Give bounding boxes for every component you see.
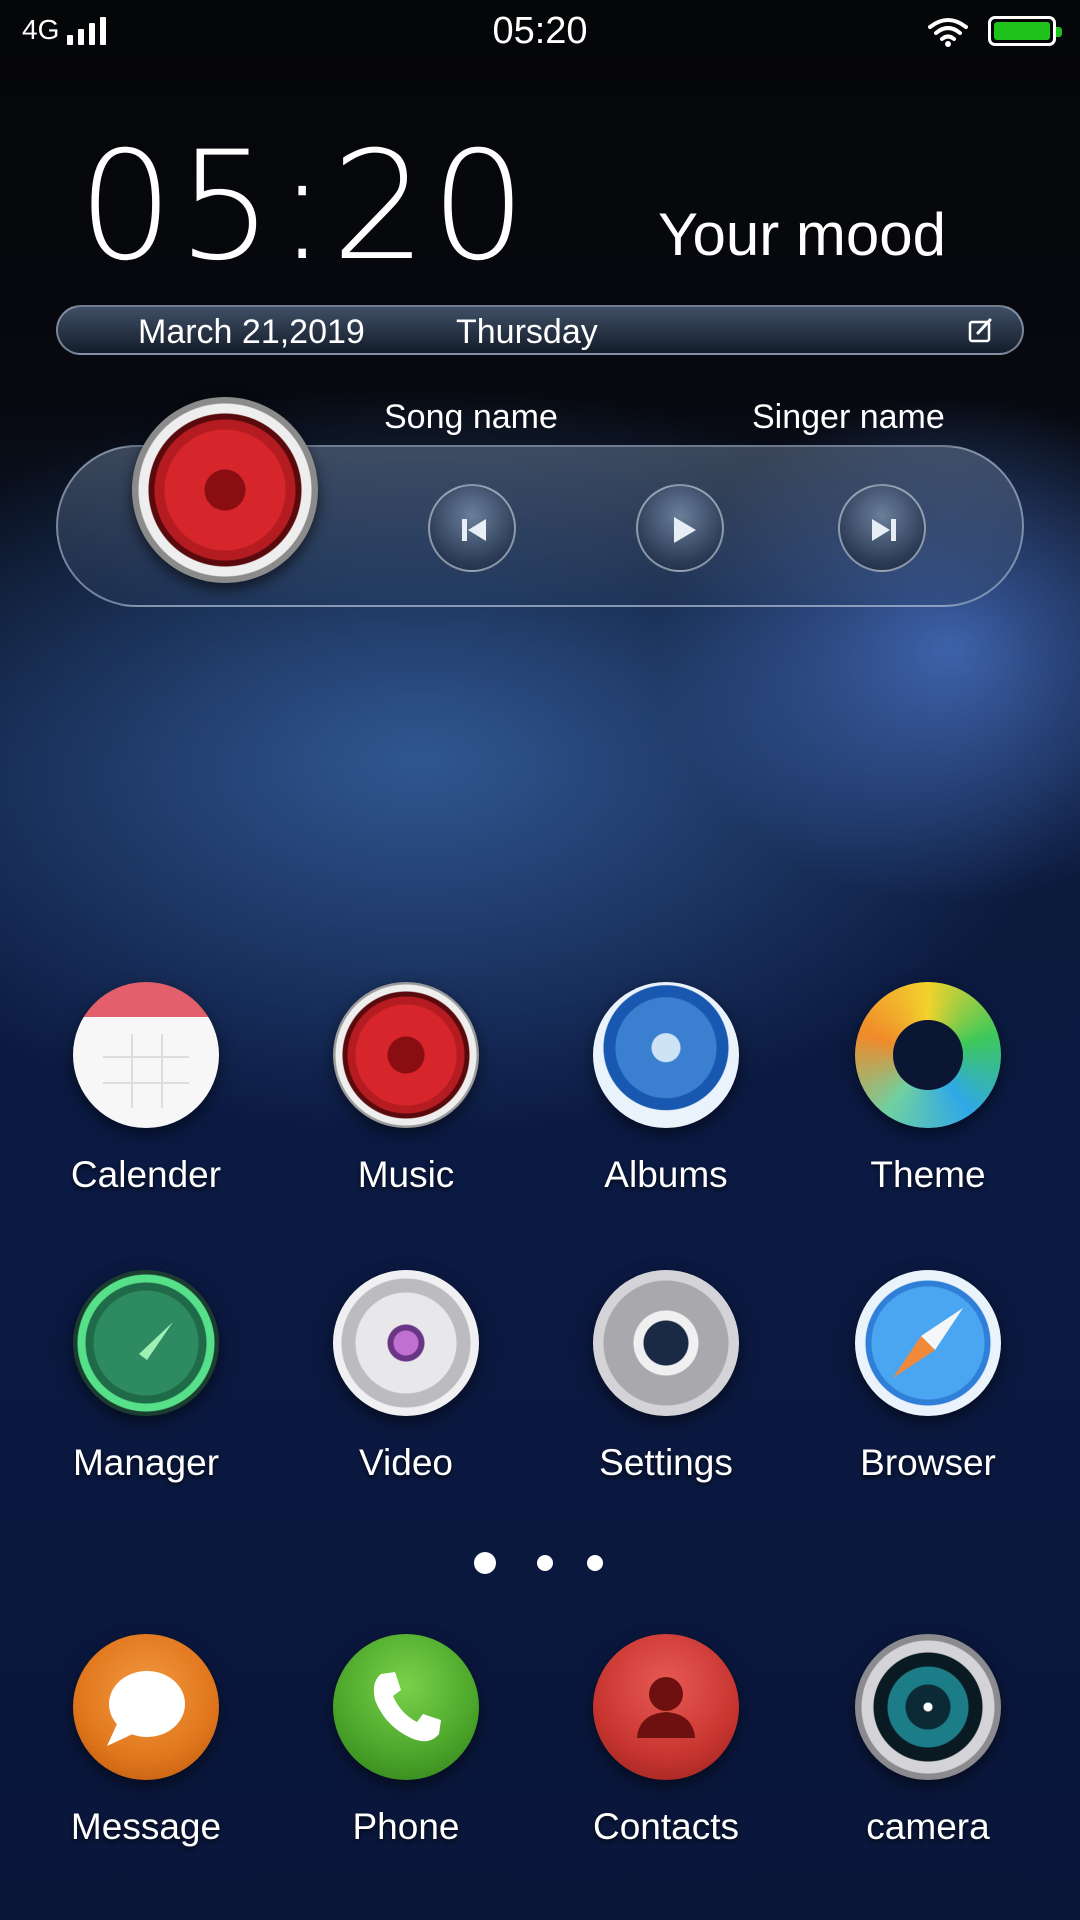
previous-button[interactable] <box>428 484 516 572</box>
day-text: Thursday <box>456 313 598 351</box>
app-label: Phone <box>352 1806 460 1847</box>
video-icon <box>333 1270 479 1416</box>
app-label: Calender <box>70 1154 222 1195</box>
app-label: Albums <box>604 1154 728 1195</box>
app-label: Music <box>357 1154 455 1195</box>
edit-icon[interactable] <box>968 317 994 343</box>
app-albums[interactable]: Albums <box>576 982 756 1196</box>
app-label: Browser <box>860 1442 996 1483</box>
app-label: Settings <box>599 1442 733 1483</box>
contacts-icon <box>593 1634 739 1780</box>
app-label: Video <box>359 1442 453 1483</box>
page-dot[interactable] <box>587 1555 603 1571</box>
mood-label[interactable]: Your mood <box>658 200 946 269</box>
dock-message[interactable]: Message <box>56 1634 236 1848</box>
play-button[interactable] <box>636 484 724 572</box>
date-text: March 21,2019 <box>138 313 365 351</box>
app-label: Message <box>70 1806 222 1847</box>
app-video[interactable]: Video <box>316 1270 496 1484</box>
dock-phone[interactable]: Phone <box>316 1634 496 1848</box>
app-label: Theme <box>870 1154 986 1195</box>
settings-icon <box>593 1270 739 1416</box>
widget-clock[interactable]: 05:20 <box>78 120 530 294</box>
battery-icon <box>988 16 1062 46</box>
page-dot-active[interactable] <box>474 1552 496 1574</box>
date-bar[interactable]: March 21,2019 Thursday <box>56 305 1024 355</box>
music-disc-icon[interactable] <box>132 397 318 583</box>
status-bar: 4G 05:20 <box>0 0 1080 64</box>
app-label: Manager <box>72 1442 220 1483</box>
status-time: 05:20 <box>492 10 588 52</box>
theme-icon <box>855 982 1001 1128</box>
app-manager[interactable]: Manager <box>56 1270 236 1484</box>
manager-icon <box>73 1270 219 1416</box>
wifi-icon <box>928 18 968 47</box>
dock-contacts[interactable]: Contacts <box>576 1634 756 1848</box>
next-button[interactable] <box>838 484 926 572</box>
page-dot[interactable] <box>537 1555 553 1571</box>
app-browser[interactable]: Browser <box>838 1270 1018 1484</box>
app-calendar[interactable]: Calender <box>56 982 236 1196</box>
previous-icon <box>462 519 486 541</box>
page-indicator <box>474 1552 614 1574</box>
play-icon <box>674 517 696 543</box>
app-settings[interactable]: Settings <box>576 1270 756 1484</box>
next-icon <box>872 519 896 541</box>
phone-icon <box>333 1634 479 1780</box>
app-theme[interactable]: Theme <box>838 982 1018 1196</box>
app-label: camera <box>866 1806 990 1847</box>
music-icon <box>333 982 479 1128</box>
calendar-icon <box>73 982 219 1128</box>
song-name: Song name <box>384 398 558 436</box>
app-music[interactable]: Music <box>316 982 496 1196</box>
browser-icon <box>855 1270 1001 1416</box>
albums-icon <box>593 982 739 1128</box>
camera-icon <box>855 1634 1001 1780</box>
dock-camera[interactable]: camera <box>838 1634 1018 1848</box>
message-icon <box>73 1634 219 1780</box>
singer-name: Singer name <box>752 398 945 436</box>
app-label: Contacts <box>592 1806 739 1847</box>
